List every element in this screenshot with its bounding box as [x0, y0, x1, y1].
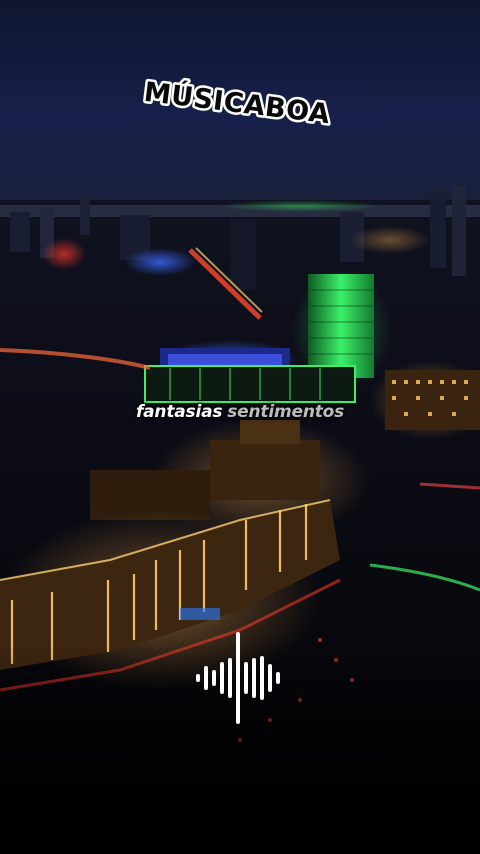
- lyric-caption: fantasias sentimentos: [0, 402, 480, 422]
- lyric-word-next: sentimentos: [227, 402, 345, 422]
- brand-logo-text: MÚSICABOA: [142, 76, 332, 131]
- lyric-word-current: fantasias: [135, 402, 223, 422]
- brand-logo: MÚSICABOA: [0, 72, 480, 142]
- audio-waveform-icon: [196, 632, 280, 724]
